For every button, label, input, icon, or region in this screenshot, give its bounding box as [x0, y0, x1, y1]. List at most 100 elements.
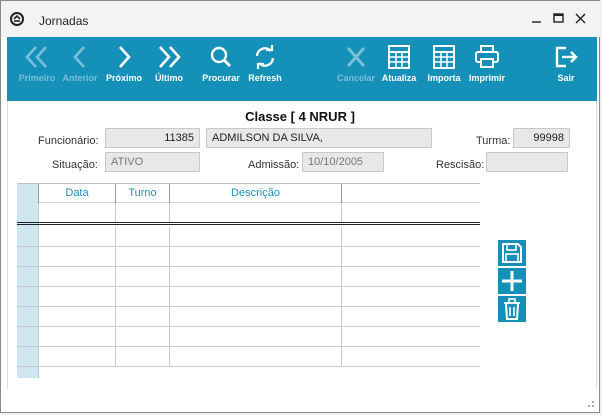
refresh-label: Refresh — [248, 73, 282, 83]
table-row[interactable] — [17, 307, 480, 327]
situacao-label: Situação: — [52, 159, 98, 171]
table-cell[interactable] — [39, 247, 116, 266]
first-icon — [25, 46, 47, 68]
add-icon — [502, 271, 522, 291]
table-row[interactable] — [17, 227, 480, 247]
previous-icon — [73, 46, 85, 68]
table-cell[interactable] — [170, 203, 342, 222]
calculator-icon — [388, 45, 410, 69]
row-selector[interactable] — [17, 247, 39, 266]
table-cell[interactable] — [116, 267, 170, 286]
table-cell[interactable] — [116, 327, 170, 346]
table-cell[interactable] — [342, 287, 480, 306]
admissao-field[interactable]: 10/10/2005 — [302, 152, 384, 172]
table-cell[interactable] — [39, 227, 116, 246]
app-window: Jornadas Primeiro Anterior Próximo Últim… — [0, 0, 601, 413]
table-cell[interactable] — [116, 287, 170, 306]
table-cell[interactable] — [39, 267, 116, 286]
row-selector[interactable] — [17, 227, 39, 246]
close-icon[interactable] — [573, 10, 589, 26]
cancel-icon — [346, 47, 366, 67]
turma-label: Turma: — [476, 135, 511, 147]
table-row[interactable] — [17, 203, 480, 225]
table-cell[interactable] — [170, 267, 342, 286]
row-selector[interactable] — [17, 347, 39, 366]
row-selector[interactable] — [17, 307, 39, 326]
exit-label: Sair — [557, 73, 575, 83]
header-data[interactable]: Data — [39, 184, 116, 203]
minimize-icon[interactable] — [529, 10, 545, 26]
header-descricao[interactable]: Descrição — [170, 184, 342, 203]
table-cell[interactable] — [170, 347, 342, 366]
funcionario-code-field[interactable]: 11385 — [105, 128, 200, 148]
refresh-button[interactable]: Refresh — [240, 37, 290, 101]
table-cell[interactable] — [39, 307, 116, 326]
table-cell[interactable] — [342, 267, 480, 286]
printer-icon — [475, 45, 499, 68]
refresh-icon — [255, 45, 275, 69]
header-selector — [17, 184, 39, 203]
print-button[interactable]: Imprimir — [462, 37, 512, 101]
table-row[interactable] — [17, 327, 480, 347]
search-icon — [210, 46, 231, 67]
table-cell[interactable] — [170, 227, 342, 246]
calculator-icon — [433, 45, 455, 69]
table-row[interactable] — [17, 247, 480, 267]
funcionario-name-field[interactable]: ADMILSON DA SILVA, — [206, 128, 432, 148]
table-cell[interactable] — [342, 347, 480, 366]
table-cell[interactable] — [342, 203, 480, 222]
rescisao-label: Rescisão: — [436, 159, 485, 171]
table-cell[interactable] — [342, 227, 480, 246]
table-cell[interactable] — [39, 287, 116, 306]
update-button[interactable]: Atualiza — [374, 37, 424, 101]
delete-button[interactable] — [498, 296, 526, 322]
table-cell[interactable] — [116, 307, 170, 326]
table-cell[interactable] — [39, 203, 116, 222]
table-row[interactable] — [17, 347, 480, 367]
rescisao-field[interactable] — [486, 152, 568, 172]
row-selector[interactable] — [17, 287, 39, 306]
situacao-field[interactable]: ATIVO — [105, 152, 200, 172]
next-button[interactable]: Próximo — [99, 37, 149, 101]
table-cell[interactable] — [39, 347, 116, 366]
row-selector[interactable] — [17, 203, 39, 222]
save-button[interactable] — [498, 240, 526, 266]
header-extra[interactable] — [342, 184, 480, 203]
table-cell[interactable] — [116, 227, 170, 246]
header-turno[interactable]: Turno — [116, 184, 170, 203]
window-title: Jornadas — [39, 14, 89, 28]
add-button[interactable] — [498, 268, 526, 294]
table-cell[interactable] — [170, 247, 342, 266]
previous-button[interactable]: Anterior — [55, 37, 105, 101]
row-selector[interactable] — [17, 267, 39, 286]
last-icon — [159, 46, 181, 68]
delete-icon — [504, 298, 520, 320]
table-cell[interactable] — [39, 327, 116, 346]
table-cell[interactable] — [170, 327, 342, 346]
row-selector[interactable] — [17, 327, 39, 346]
resize-grip-icon[interactable] — [585, 398, 595, 408]
app-icon — [10, 12, 24, 26]
maximize-icon[interactable] — [551, 10, 567, 26]
table-cell[interactable] — [116, 347, 170, 366]
next-icon — [119, 46, 131, 68]
title-bar: Jornadas — [1, 1, 601, 37]
search-button[interactable]: Procurar — [196, 37, 246, 101]
table-cell[interactable] — [116, 247, 170, 266]
save-icon — [502, 243, 522, 263]
turma-field[interactable]: 99998 — [513, 128, 570, 148]
exit-icon — [555, 46, 578, 68]
table-cell[interactable] — [170, 307, 342, 326]
table-cell[interactable] — [116, 203, 170, 222]
table-cell[interactable] — [342, 247, 480, 266]
table-cell[interactable] — [342, 327, 480, 346]
last-button[interactable]: Último — [144, 37, 194, 101]
table-cell[interactable] — [342, 307, 480, 326]
table-row[interactable] — [17, 287, 480, 307]
table-cell[interactable] — [170, 287, 342, 306]
toolbar: Primeiro Anterior Próximo Último Procura… — [7, 37, 597, 101]
jornadas-grid: Data Turno Descrição — [17, 183, 480, 378]
exit-button[interactable]: Sair — [541, 37, 591, 101]
table-row[interactable] — [17, 267, 480, 287]
funcionario-label: Funcionário: — [38, 135, 99, 147]
